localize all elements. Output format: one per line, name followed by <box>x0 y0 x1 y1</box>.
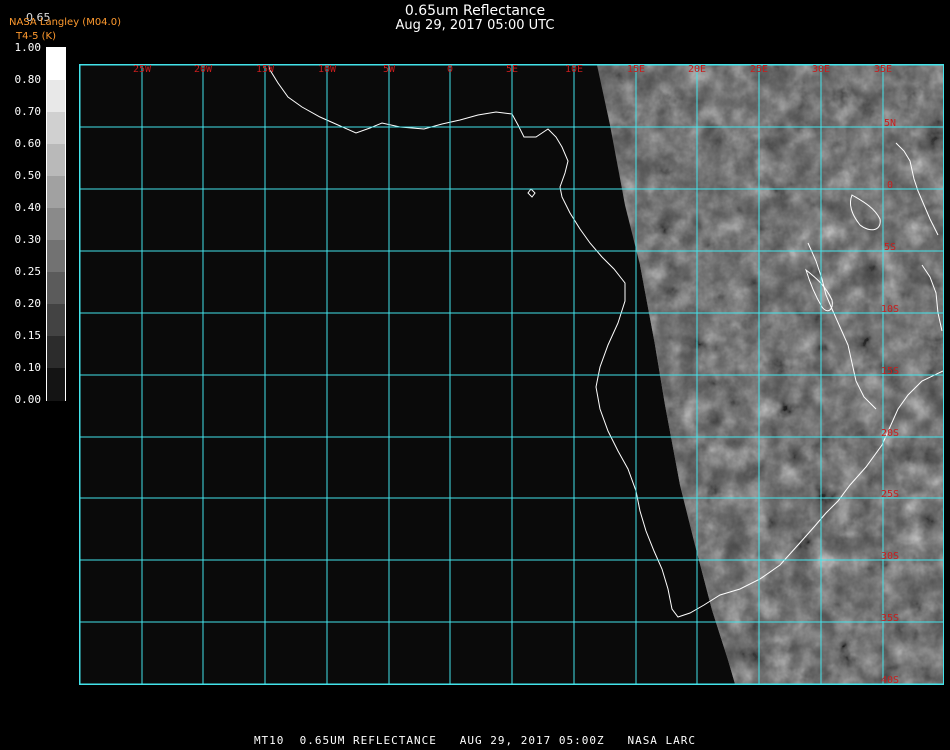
latitude-label: 35S <box>881 613 899 624</box>
colorbar-segment <box>47 240 65 273</box>
longitude-label: 5W <box>383 65 396 75</box>
colorbar-tick-label: 0.20 <box>14 297 42 310</box>
longitude-label: 30E <box>812 65 830 75</box>
footer-caption: MT10 0.65UM REFLECTANCE AUG 29, 2017 05:… <box>253 734 697 747</box>
map-timestamp: Aug 29, 2017 05:00 UTC <box>395 18 555 33</box>
colorbar-tick-label: 0.60 <box>14 137 42 150</box>
colorbar-segment <box>47 112 65 145</box>
latitude-label: 15S <box>881 366 899 377</box>
colorbar-segment <box>47 336 65 369</box>
map-title: 0.65um Reflectance <box>404 3 546 19</box>
colorbar-tick-label: 0.70 <box>14 105 42 118</box>
colorbar-tick-label: 0.50 <box>14 169 42 182</box>
latitude-label: 20S <box>881 428 899 439</box>
colorbar-tick-label: 1.00 <box>14 41 42 54</box>
longitude-label: 15W <box>256 65 275 75</box>
longitude-label: 0 <box>447 65 453 75</box>
longitude-label: 10E <box>565 65 583 75</box>
colorbar-tick-label: 0.15 <box>14 329 42 342</box>
colorbar-tick-label: 0.00 <box>14 393 42 406</box>
longitude-label: 5E <box>506 65 518 75</box>
colorbar-segment <box>47 80 65 113</box>
colorbar-segment <box>47 272 65 305</box>
map-canvas: 25W 20W 15W 10W 5W 0 5E 10E 15E 20E 25E 30E 35E 5N 0 5S… <box>80 65 943 684</box>
longitude-label: 20W <box>194 65 213 75</box>
colorbar-tick-label: 0.10 <box>14 361 42 374</box>
satellite-map[interactable]: 25W 20W 15W 10W 5W 0 5E 10E 15E 20E 25E 30E 35E 5N 0 5S… <box>79 64 944 685</box>
colorbar-tick-label: 0.30 <box>14 233 42 246</box>
colorbar-tick-label: 0.40 <box>14 201 42 214</box>
colorbar-segment <box>47 304 65 337</box>
latitude-label: 10S <box>881 304 899 315</box>
colorbar-tick-label: 0.25 <box>14 265 42 278</box>
longitude-label: 15E <box>627 65 645 75</box>
colorbar <box>46 47 66 401</box>
credit-line: NASA Langley (M04.0) <box>9 17 121 28</box>
colorbar-segment <box>47 48 65 81</box>
colorbar-tick-label: 0.80 <box>14 73 42 86</box>
latitude-label: 5N <box>884 118 896 129</box>
longitude-label: 25E <box>750 65 768 75</box>
longitude-label: 35E <box>874 65 892 75</box>
colorbar-segment <box>47 144 65 177</box>
latitude-label: 0 <box>887 180 893 191</box>
latitude-label: 30S <box>881 551 899 562</box>
latitude-label: 25S <box>881 489 899 500</box>
longitude-label: 10W <box>318 65 337 75</box>
colorbar-segment <box>47 176 65 209</box>
colorbar-segment <box>47 368 65 401</box>
latitude-label: 40S <box>881 675 899 684</box>
latitude-label: 5S <box>884 242 896 253</box>
colorbar-segment <box>47 208 65 241</box>
longitude-label: 20E <box>688 65 706 75</box>
longitude-label: 25W <box>133 65 152 75</box>
